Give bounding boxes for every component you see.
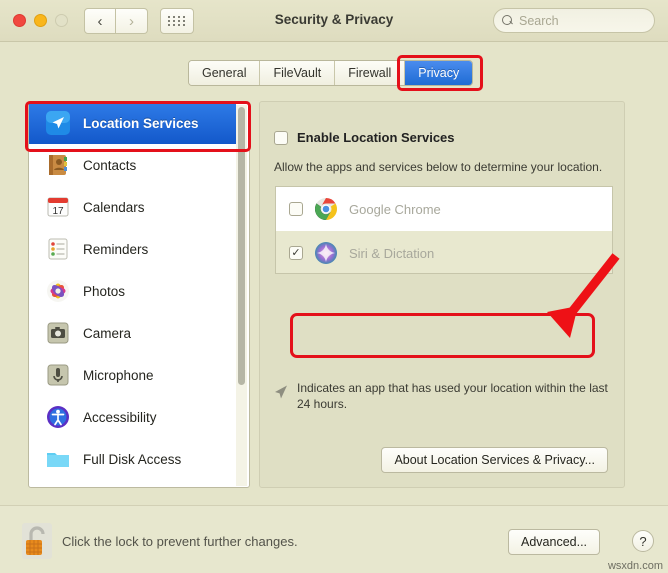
- photos-pinwheel-icon: [45, 278, 71, 304]
- search-input[interactable]: Search: [493, 8, 655, 33]
- preferences-footer: Click the lock to prevent further change…: [0, 505, 668, 573]
- reminders-list-icon: [45, 236, 71, 262]
- chrome-icon: [314, 197, 338, 221]
- siri-icon: [314, 241, 338, 265]
- app-permission-list[interactable]: Google Chrome ✓ Siri & Dictation: [275, 186, 613, 274]
- calendar-icon: 17: [45, 194, 71, 220]
- tab-general[interactable]: General: [189, 61, 261, 85]
- sidebar-item-label: Accessibility: [83, 409, 157, 425]
- location-arrow-icon: [45, 110, 71, 136]
- window-titlebar: ‹ › Security & Privacy Search: [0, 0, 668, 42]
- sidebar-item-label: Calendars: [83, 199, 145, 215]
- list-item[interactable]: ✓ Siri & Dictation: [276, 231, 612, 273]
- svg-text:17: 17: [52, 206, 64, 217]
- sidebar-item-calendars[interactable]: 17 Calendars: [29, 186, 236, 228]
- tab-filevault[interactable]: FileVault: [260, 61, 336, 85]
- tab-privacy[interactable]: Privacy: [405, 61, 473, 85]
- camera-icon: [45, 320, 71, 346]
- location-services-pane: Enable Location Services Allow the apps …: [259, 101, 625, 488]
- sidebar-scrollbar[interactable]: [236, 105, 247, 486]
- preference-tabs: General FileVault Firewall Privacy: [188, 60, 474, 86]
- enable-location-services-checkbox[interactable]: [274, 130, 288, 145]
- sidebar-item-contacts[interactable]: Contacts: [29, 144, 236, 186]
- sidebar-item-label: Full Disk Access: [83, 451, 182, 467]
- app-name: Google Chrome: [349, 201, 441, 217]
- app-permission-list-inner: Google Chrome ✓ Siri & Dictation: [276, 187, 612, 273]
- folder-icon: [45, 446, 71, 472]
- search-icon: [502, 15, 513, 26]
- about-location-services-privacy-button[interactable]: About Location Services & Privacy...: [381, 447, 608, 473]
- microphone-icon: [45, 362, 71, 388]
- advanced-button[interactable]: Advanced...: [508, 529, 601, 555]
- sidebar-item-accessibility[interactable]: Accessibility: [29, 396, 236, 438]
- sidebar-item-full-disk-access[interactable]: Full Disk Access: [29, 438, 236, 480]
- sidebar-item-microphone[interactable]: Microphone: [29, 354, 236, 396]
- location-usage-note-text: Indicates an app that has used your loca…: [297, 381, 608, 412]
- app-checkbox[interactable]: [289, 202, 303, 216]
- help-button[interactable]: ?: [632, 530, 654, 552]
- sidebar-item-label: Location Services: [83, 115, 199, 131]
- sidebar-item-location-services[interactable]: Location Services: [29, 102, 236, 144]
- sidebar-list: Location Services Contacts 17 Calendars …: [29, 102, 236, 480]
- gray-location-arrow-icon: [274, 384, 288, 400]
- sidebar-item-label: Microphone: [83, 367, 154, 383]
- app-checkbox[interactable]: ✓: [289, 246, 303, 260]
- sidebar-item-label: Reminders: [83, 241, 149, 257]
- sidebar-item-label: Contacts: [83, 157, 137, 173]
- watermark: wsxdn.com: [607, 560, 663, 572]
- sidebar-item-label: Photos: [83, 283, 126, 299]
- sidebar-item-reminders[interactable]: Reminders: [29, 228, 236, 270]
- accessibility-icon: [45, 404, 71, 430]
- location-usage-note: Indicates an app that has used your loca…: [274, 380, 614, 412]
- unlocked-padlock-icon[interactable]: [20, 522, 54, 560]
- sidebar-item-photos[interactable]: Photos: [29, 270, 236, 312]
- security-privacy-window: ‹ › Security & Privacy Search General Fi…: [0, 0, 668, 573]
- tab-firewall[interactable]: Firewall: [335, 61, 406, 85]
- enable-location-services-row[interactable]: Enable Location Services: [274, 130, 455, 145]
- lock-hint-text: Click the lock to prevent further change…: [62, 534, 298, 549]
- sidebar-item-label: Camera: [83, 325, 132, 341]
- contacts-book-icon: [45, 152, 71, 178]
- sidebar-scrollbar-thumb[interactable]: [238, 107, 245, 385]
- pane-description: Allow the apps and services below to det…: [274, 160, 603, 174]
- privacy-category-sidebar: Location Services Contacts 17 Calendars …: [28, 101, 250, 488]
- app-name: Siri & Dictation: [349, 245, 435, 261]
- search-placeholder: Search: [519, 13, 559, 28]
- enable-location-services-label: Enable Location Services: [297, 130, 455, 145]
- sidebar-item-camera[interactable]: Camera: [29, 312, 236, 354]
- list-item[interactable]: Google Chrome: [276, 187, 612, 231]
